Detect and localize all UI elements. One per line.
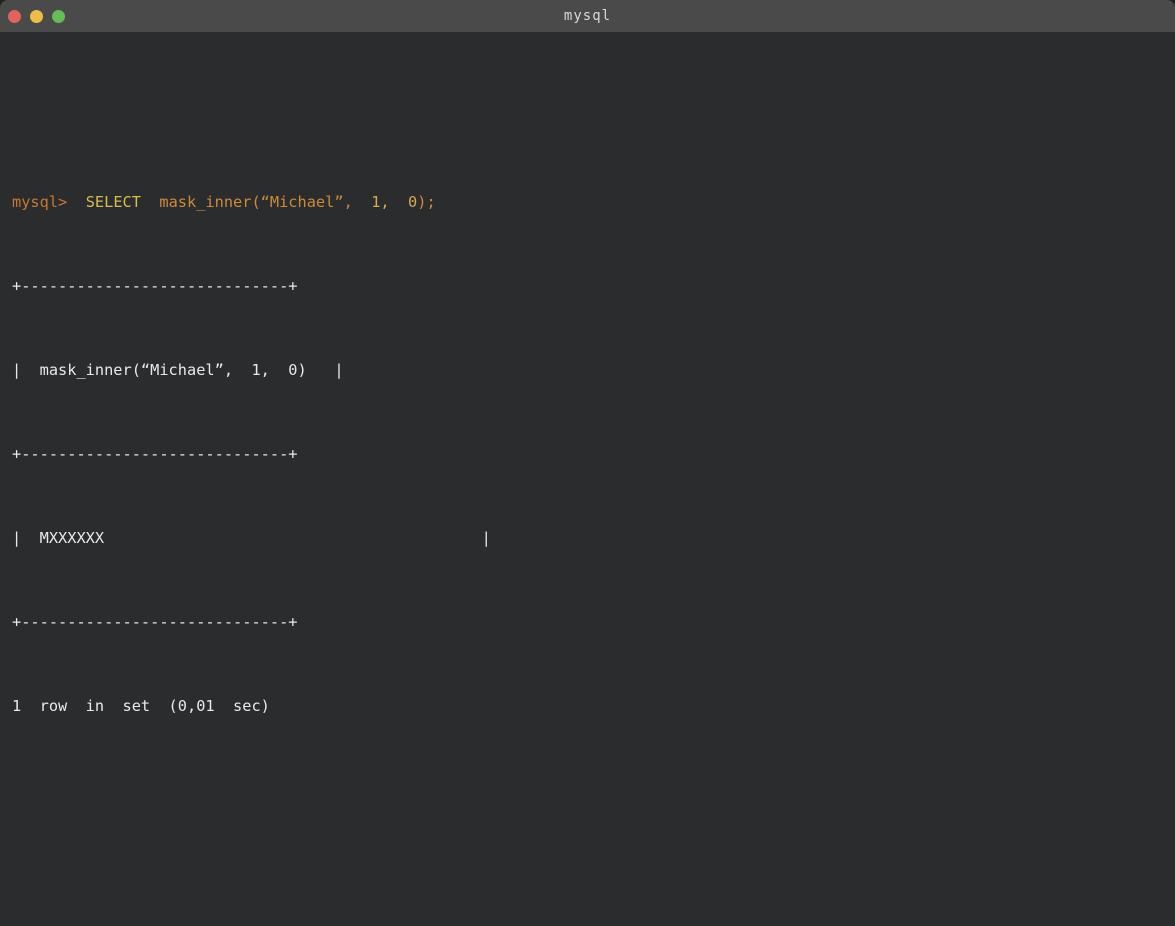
table-border-bottom: +-----------------------------+ [12,608,1163,636]
zoom-button[interactable] [52,10,65,23]
window-titlebar: mysql [0,0,1175,32]
traffic-light-buttons [8,0,65,32]
terminal-window: mysql mysql> SELECT mask_inner(“Michael”… [0,0,1175,926]
table-data-row: | MXXXXXX | [12,524,1163,552]
terminal-content[interactable]: mysql> SELECT mask_inner(“Michael”, 1, 0… [0,32,1175,926]
table-border-mid: +-----------------------------+ [12,440,1163,468]
close-button[interactable] [8,10,21,23]
table-header-row: | mask_inner(“Michael”, 1, 0) | [12,356,1163,384]
status-line: 1 row in set (0,01 sec) [12,692,1163,720]
window-title: mysql [564,8,611,24]
command-line: mysql> SELECT mask_inner(“Michael”, 1, 0… [12,188,1163,216]
minimize-button[interactable] [30,10,43,23]
blank-line [12,776,1163,804]
query-block-1: mysql> SELECT mask_inner(“Michael”, 1, 0… [12,132,1163,860]
table-border-top: +-----------------------------+ [12,272,1163,300]
